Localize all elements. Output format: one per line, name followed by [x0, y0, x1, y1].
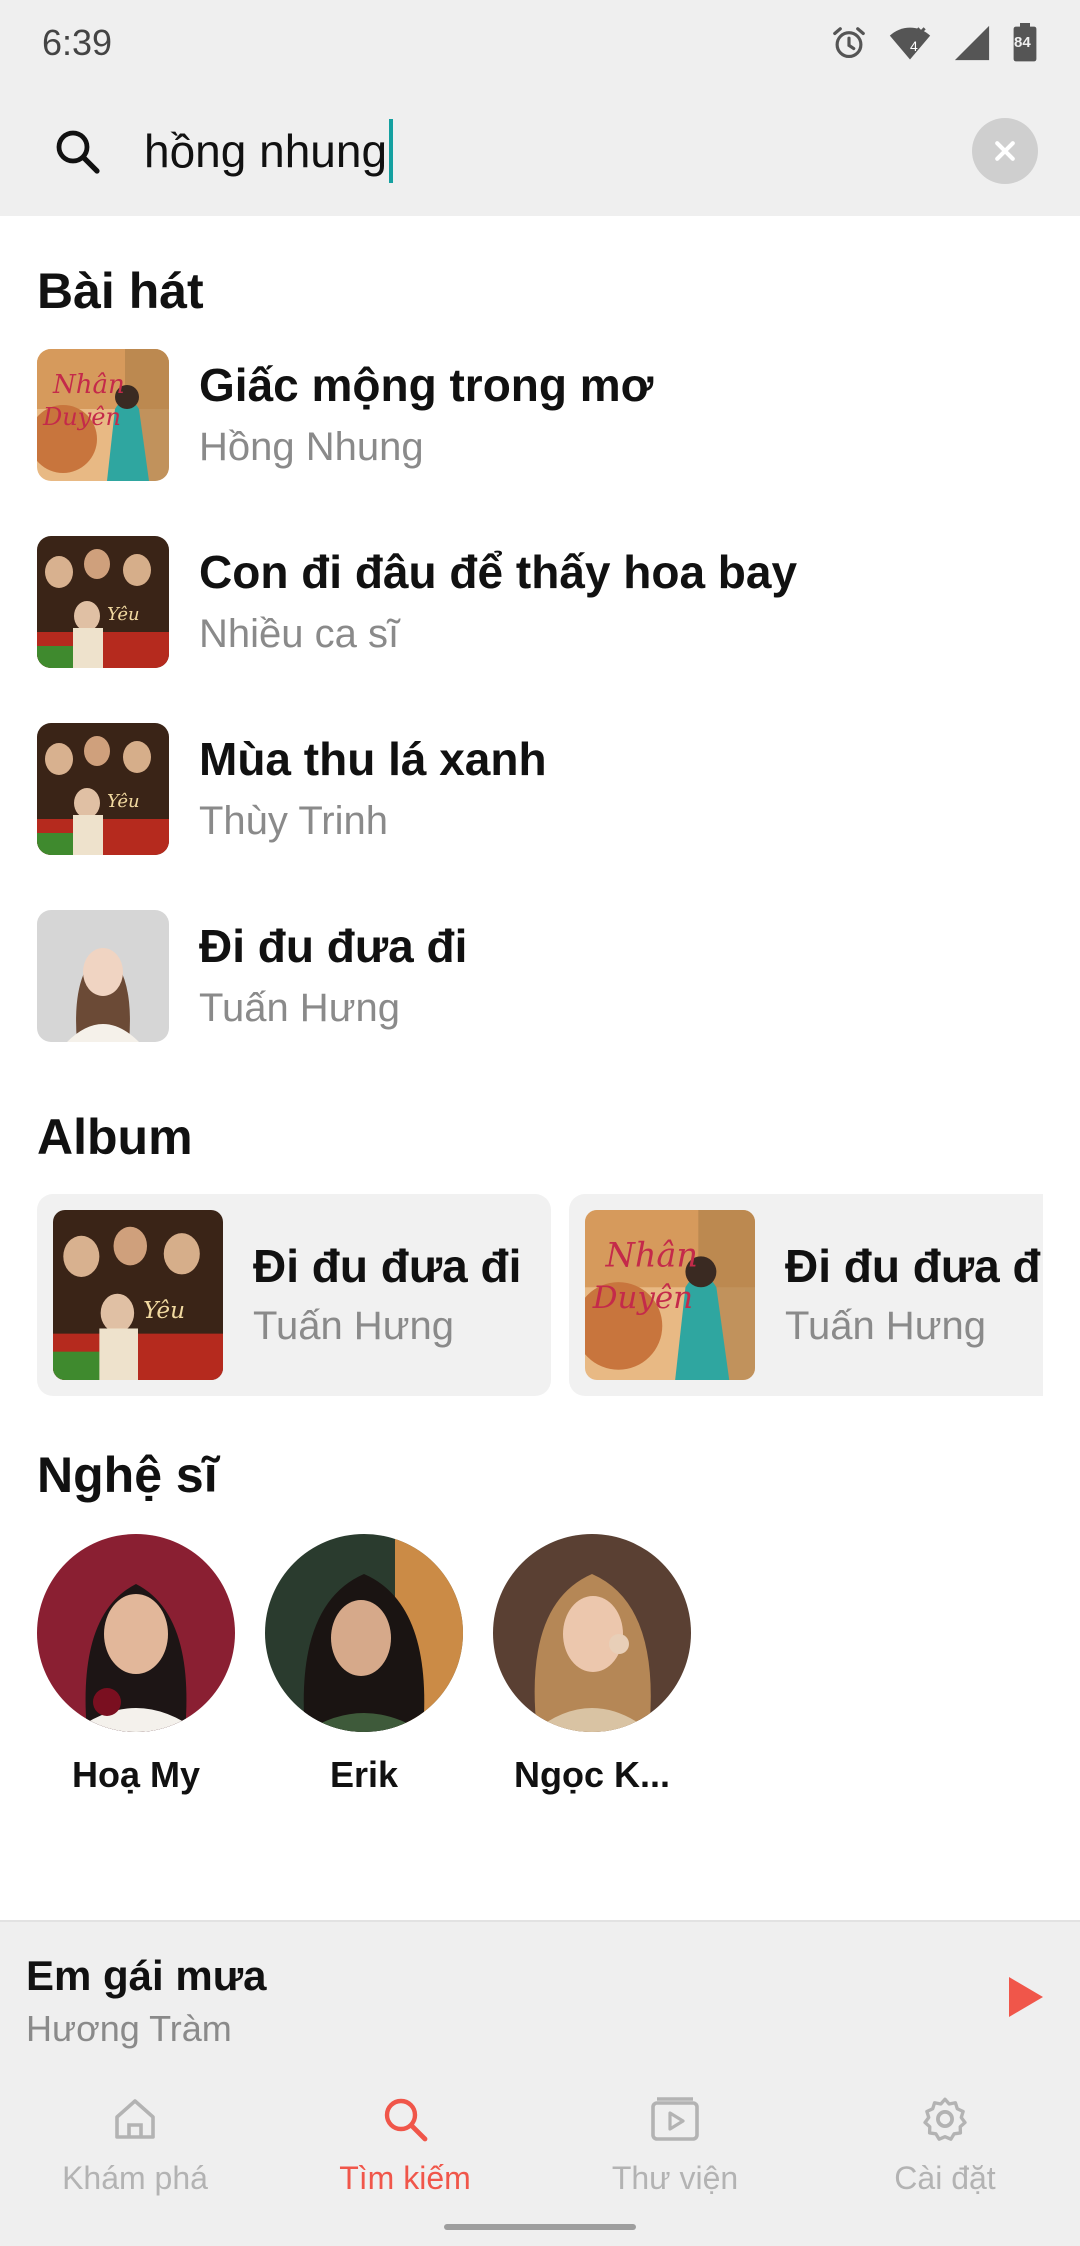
status-bar: 6:39 4 84	[0, 0, 1080, 86]
mini-player[interactable]: Em gái mưa Hương Tràm	[0, 1920, 1080, 2070]
song-artist: Tuấn Hưng	[199, 986, 400, 1030]
svg-text:Yêu: Yêu	[143, 1297, 185, 1324]
wifi-icon: 4	[888, 24, 932, 62]
artist-name: Hoạ My	[71, 1754, 201, 1795]
song-cover-image	[37, 910, 169, 1042]
album-cover-image: Nhân Duyên	[585, 1210, 755, 1380]
album-cover-image: Yêu	[53, 1210, 223, 1380]
song-title: Giấc mộng trong mơ	[199, 359, 654, 411]
artist-name: Erik	[329, 1754, 399, 1795]
library-icon	[648, 2092, 702, 2146]
search-icon	[378, 2092, 432, 2146]
nav-label: Khám phá	[62, 2160, 208, 2196]
home-icon	[108, 2092, 162, 2146]
artist-avatar	[37, 1534, 235, 1732]
album-title: Đi đu đưa đi	[785, 1240, 1043, 1292]
song-artist: Hồng Nhung	[199, 425, 424, 469]
close-icon	[995, 141, 1015, 161]
nav-label: Thư viện	[611, 2160, 739, 2196]
artist-avatar	[493, 1534, 691, 1732]
song-cover-image: Yêu	[37, 723, 169, 855]
artist-name: Ngọc K...	[513, 1754, 670, 1795]
song-row[interactable]: Yêu Mùa thu lá xanh Thùy Trinh	[37, 723, 547, 855]
song-cover-image: Yêu	[37, 536, 169, 668]
play-button[interactable]	[1000, 1972, 1050, 2022]
nav-label: Tìm kiếm	[339, 2160, 471, 2196]
song-title: Mùa thu lá xanh	[199, 733, 547, 785]
artist-item[interactable]: Hoạ My	[37, 1534, 235, 1796]
nav-item-library[interactable]: Thư viện	[540, 2070, 810, 2246]
now-playing-artist: Hương Tràm	[26, 2008, 232, 2049]
artist-item[interactable]: Ngọc K...	[493, 1534, 691, 1796]
album-card[interactable]: Yêu Đi đu đưa đi Tuấn Hưng	[37, 1194, 551, 1396]
svg-text:Yêu: Yêu	[107, 604, 140, 625]
bottom-nav: Khám phá Tìm kiếm Thư viện Cài đặt	[0, 2070, 1080, 2246]
screen: 6:39 4 84 hồng nhung Bài hát Nhân Duyên …	[0, 0, 1080, 2246]
gear-icon	[918, 2092, 972, 2146]
home-indicator[interactable]	[444, 2224, 636, 2230]
nav-item-search[interactable]: Tìm kiếm	[270, 2070, 540, 2246]
svg-text:Nhân: Nhân	[52, 370, 125, 400]
song-title: Đi đu đưa đi	[199, 920, 468, 972]
album-card[interactable]: Nhân Duyên Đi đu đưa đi Tuấn Hưng	[569, 1194, 1043, 1396]
cell-signal-icon	[952, 24, 992, 62]
song-artist: Thùy Trinh	[199, 799, 388, 843]
status-time: 6:39	[42, 22, 113, 63]
search-icon[interactable]	[52, 126, 102, 176]
alarm-icon	[830, 24, 868, 62]
songs-section-title: Bài hát	[37, 263, 204, 319]
svg-text:Duyên: Duyên	[592, 1280, 693, 1316]
song-artist: Nhiều ca sĩ	[199, 612, 400, 656]
clear-search-button[interactable]	[972, 118, 1038, 184]
svg-text:Nhân: Nhân	[605, 1236, 698, 1275]
nav-item-explore[interactable]: Khám phá	[0, 2070, 270, 2246]
album-title: Đi đu đưa đi	[253, 1240, 522, 1292]
artists-section-title: Nghệ sĩ	[37, 1447, 218, 1503]
album-artist: Tuấn Hưng	[785, 1304, 986, 1348]
svg-text:Duyên: Duyên	[42, 403, 121, 431]
play-icon	[1009, 1977, 1043, 2017]
albums-section-title: Album	[37, 1109, 193, 1165]
nav-item-settings[interactable]: Cài đặt	[810, 2070, 1080, 2246]
svg-text:Yêu: Yêu	[107, 791, 140, 812]
battery-icon: 84	[1012, 23, 1038, 63]
song-row[interactable]: Đi đu đưa đi Tuấn Hưng	[37, 910, 467, 1042]
song-title: Con đi đâu để thấy hoa bay	[199, 546, 798, 598]
now-playing-title: Em gái mưa	[26, 1952, 267, 1999]
search-input-value: hồng nhung	[144, 125, 388, 177]
artist-item[interactable]: Erik	[265, 1534, 463, 1796]
text-caret	[389, 119, 394, 183]
search-input[interactable]: hồng nhung	[144, 111, 972, 191]
song-row[interactable]: Nhân Duyên Giấc mộng trong mơ Hồng Nhung	[37, 349, 653, 481]
artist-avatar	[265, 1534, 463, 1732]
signal-badge: 4	[910, 38, 918, 54]
battery-level: 84	[1014, 34, 1031, 51]
search-bar: hồng nhung	[0, 86, 1080, 216]
song-cover-image: Nhân Duyên	[37, 349, 169, 481]
nav-label: Cài đặt	[894, 2160, 996, 2196]
status-icons: 4 84	[830, 23, 1038, 63]
song-row[interactable]: Yêu Con đi đâu để thấy hoa bay Nhiều ca …	[37, 536, 797, 668]
album-carousel[interactable]: Yêu Đi đu đưa đi Tuấn Hưng Nhân Duyên Đi…	[37, 1194, 1043, 1396]
album-artist: Tuấn Hưng	[253, 1304, 454, 1348]
